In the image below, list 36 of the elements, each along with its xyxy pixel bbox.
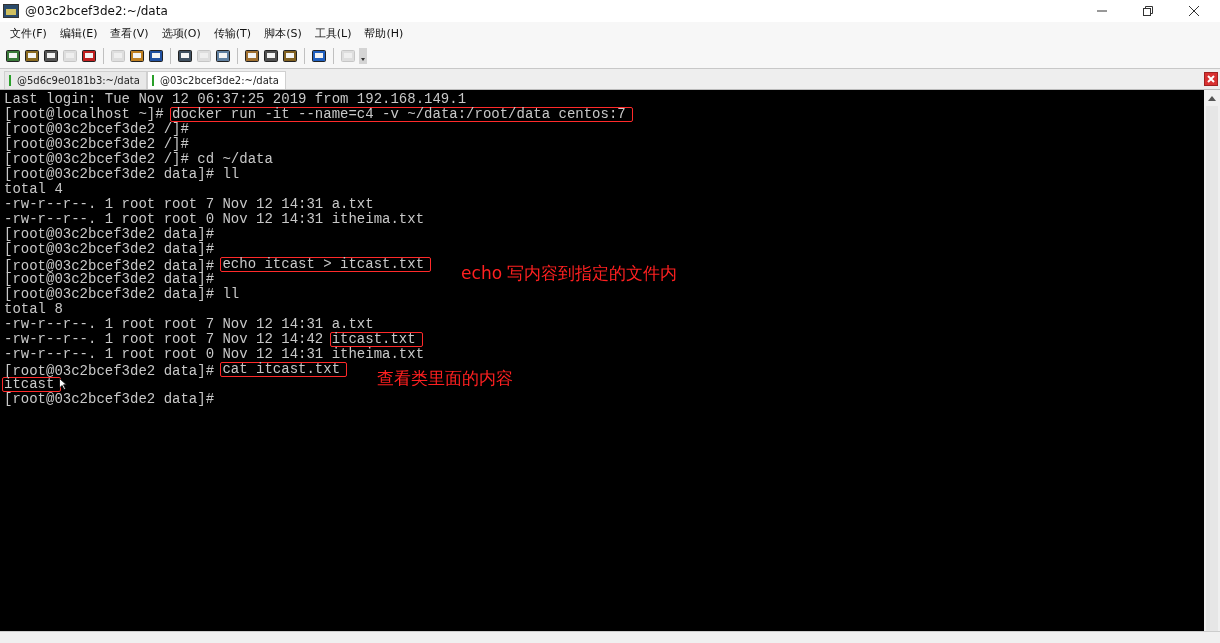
menu-item[interactable]: 选项(O) <box>161 25 201 41</box>
terminal-text: -rw-r--r--. 1 root root 0 Nov 12 14:31 itheima.txt <box>4 211 425 227</box>
annotation-note: echo 写内容到指定的文件内 <box>461 263 678 283</box>
terminal-text: -rw-r--r--. 1 root root 7 Nov 12 14:42 <box>4 331 325 347</box>
terminal-text: total 4 <box>4 181 63 197</box>
annotation-note: 查看类里面的内容 <box>377 368 514 388</box>
menu-item[interactable]: 编辑(E) <box>59 25 98 41</box>
terminal-text: [root@03c2bcef3de2 data]# <box>4 271 215 287</box>
terminal-text: [root@03c2bcef3de2 data]# <box>4 258 216 274</box>
session-tab[interactable]: @03c2bcef3de2:~/data <box>146 71 286 89</box>
terminal-text: -rw-r--r--. 1 root root 0 Nov 12 14:31 itheima.txt <box>4 346 425 362</box>
highlighted-text: docker run -it --name=c4 -v ~/data:/root/data centos:7 <box>170 107 633 122</box>
terminal-text: [root@03c2bcef3de2 /]# <box>4 136 189 152</box>
menu-item[interactable]: 传输(T) <box>213 25 252 41</box>
menu-item[interactable]: 查看(V) <box>110 25 149 41</box>
terminal-text: -rw-r--r--. 1 root root 7 Nov 12 14:31 a.txt <box>4 316 374 332</box>
window-title: @03c2bcef3de2:~/data <box>25 4 168 18</box>
terminal-text: [root@03c2bcef3de2 /]# cd ~/data <box>4 151 273 167</box>
terminal-text: [root@03c2bcef3de2 data]# <box>4 241 215 257</box>
terminal-text: [root@03c2bcef3de2 data]# <box>4 391 215 407</box>
menu-item[interactable]: 工具(L) <box>314 25 352 41</box>
terminal-text: [root@03c2bcef3de2 data]# <box>4 226 215 242</box>
highlighted-text: cat itcast.txt <box>220 362 348 377</box>
terminal-text: [root@03c2bcef3de2 /]# <box>4 121 189 137</box>
menu-item[interactable]: 帮助(H) <box>364 25 404 41</box>
highlighted-text: itcast.txt <box>329 332 423 347</box>
terminal-text: -rw-r--r--. 1 root root 7 Nov 12 14:31 a.txt <box>4 196 374 212</box>
terminal-text: [root@03c2bcef3de2 data]# ll <box>4 286 240 302</box>
highlighted-text: echo itcast > itcast.txt <box>220 257 432 272</box>
menu-item[interactable]: 文件(F) <box>10 25 47 41</box>
menu-item[interactable]: 脚本(S) <box>264 25 302 41</box>
terminal-text: [root@localhost ~]# <box>4 106 165 122</box>
terminal-text: [root@03c2bcef3de2 data]# ll <box>4 166 240 182</box>
terminal-text: total 8 <box>4 301 63 317</box>
session-tab[interactable]: @5d6c9e0181b3:~/data <box>4 71 147 89</box>
terminal-text: Last login: Tue Nov 12 06:37:25 2019 from 192.168.149.1 <box>4 91 467 107</box>
